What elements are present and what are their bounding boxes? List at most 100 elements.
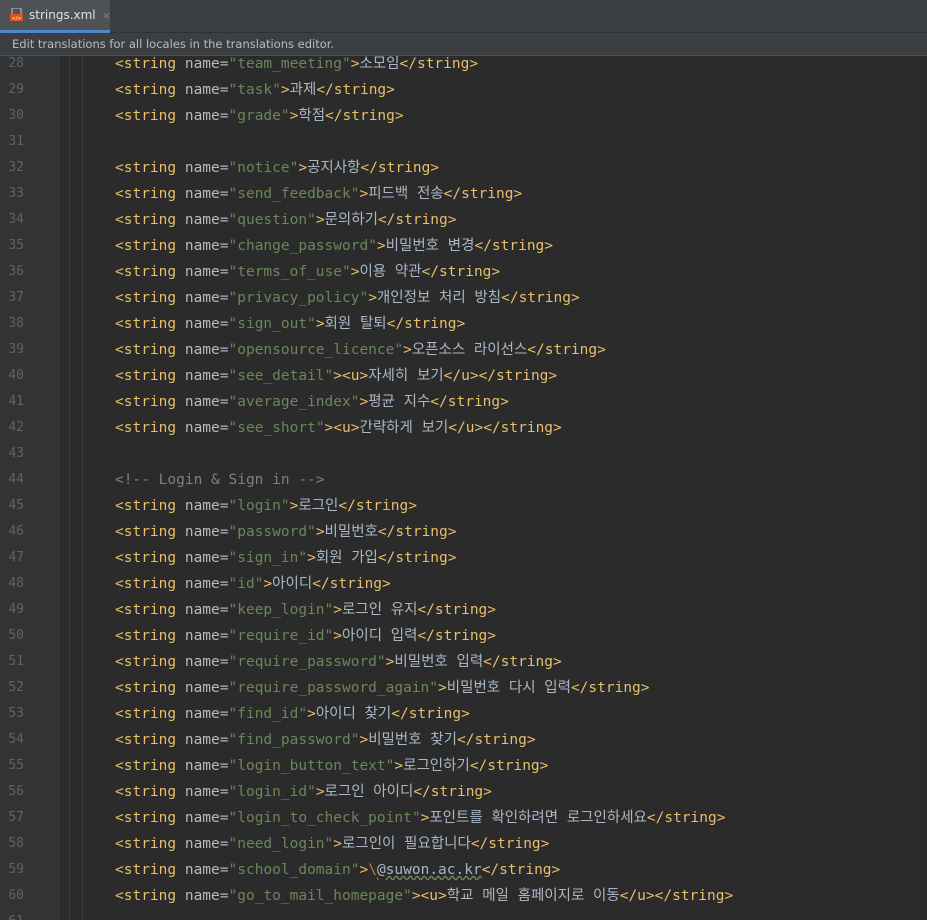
- line-code: <string name="sign_out">회원 탈퇴</string>: [115, 311, 465, 337]
- line-number: 58: [8, 836, 24, 851]
- tag-close: >: [333, 368, 343, 384]
- open-tag: <string: [115, 550, 185, 566]
- open-tag: <string: [115, 810, 185, 826]
- code-line[interactable]: 33 <string name="send_feedback">피드백 전송</s…: [0, 181, 927, 207]
- code-line[interactable]: 49 <string name="keep_login">로그인 유지</stri…: [0, 597, 927, 623]
- code-line[interactable]: 43: [0, 441, 927, 467]
- code-line[interactable]: 40 <string name="see_detail"><u>자세히 보기</u…: [0, 363, 927, 389]
- line-number: 39: [8, 342, 24, 357]
- open-tag: <string: [115, 82, 185, 98]
- string-value: 개인정보 처리 방침: [376, 290, 502, 306]
- close-tag: </string>: [527, 342, 606, 358]
- code-line[interactable]: 37 <string name="privacy_policy">개인정보 처리 …: [0, 285, 927, 311]
- editor-tab-bar: </> strings.xml ×: [0, 0, 927, 33]
- tag-close: >: [403, 342, 412, 358]
- line-number: 51: [8, 654, 24, 669]
- close-tag: </string>: [417, 602, 497, 618]
- code-line[interactable]: 53 <string name="find_id">아이디 찾기</string>: [0, 701, 927, 727]
- code-line[interactable]: 36 <string name="terms_of_use">이용 약관</str…: [0, 259, 927, 285]
- code-line[interactable]: 45 <string name="login">로그인</string>: [0, 493, 927, 519]
- string-name: question: [237, 212, 308, 228]
- attr-name: name: [184, 524, 220, 540]
- open-tag: <string: [115, 758, 185, 774]
- line-code: <string name="see_short"><u>간략하게 보기</u><…: [115, 415, 562, 441]
- equals: =: [219, 602, 229, 618]
- tag-close: >: [280, 82, 290, 98]
- equals: =: [219, 108, 229, 124]
- tag-close: >: [324, 420, 334, 436]
- line-code: <string name="send_feedback">피드백 전송</str…: [115, 181, 522, 207]
- equals: =: [219, 758, 229, 774]
- code-line[interactable]: 58 <string name="need_login">로그인이 필요합니다</…: [0, 831, 927, 857]
- code-line[interactable]: 56 <string name="login_id">로그인 아이디</strin…: [0, 779, 927, 805]
- attr-name: name: [184, 238, 220, 254]
- equals: =: [219, 342, 229, 358]
- close-tag: </string>: [325, 108, 404, 124]
- code-line[interactable]: 59 <string name="school_domain">\@suwon.a…: [0, 857, 927, 883]
- code-line[interactable]: 54 <string name="find_password">비밀번호 찾기</…: [0, 727, 927, 753]
- code-line[interactable]: 42 <string name="see_short"><u>간략하게 보기</u…: [0, 415, 927, 441]
- line-number: 53: [8, 706, 24, 721]
- quote: ": [228, 238, 238, 254]
- attr-name: name: [184, 888, 220, 904]
- code-line[interactable]: 57 <string name="login_to_check_point">포인…: [0, 805, 927, 831]
- attr-name: name: [184, 108, 220, 124]
- open-tag: <string: [115, 368, 185, 384]
- line-number: 41: [8, 394, 24, 409]
- code-line[interactable]: 61: [0, 909, 927, 920]
- line-number: 48: [8, 576, 24, 591]
- open-tag: <string: [115, 628, 185, 644]
- equals: =: [219, 212, 229, 228]
- quote: ": [228, 862, 238, 878]
- close-icon[interactable]: ×: [102, 9, 111, 22]
- code-line[interactable]: 48 <string name="id">아이디</string>: [0, 571, 927, 597]
- open-tag: <string: [115, 888, 185, 904]
- code-line[interactable]: 28 <string name="team_meeting">소모임</strin…: [0, 56, 927, 77]
- quote: ": [307, 784, 316, 800]
- code-line[interactable]: 34 <string name="question">문의하기</string>: [0, 207, 927, 233]
- equals: =: [219, 732, 229, 748]
- open-tag: <string: [115, 186, 185, 202]
- tag-close: >: [315, 212, 325, 228]
- code-line[interactable]: 30 <string name="grade">학점</string>: [0, 103, 927, 129]
- tab-strings-xml[interactable]: </> strings.xml ×: [0, 0, 111, 33]
- u-close-tag: </u>: [619, 888, 655, 904]
- close-tag: </string>: [474, 238, 554, 254]
- line-code: <string name="opensource_licence">오픈소스 라…: [115, 337, 606, 363]
- close-tag: </string>: [360, 160, 440, 176]
- close-tag: </string>: [316, 82, 395, 98]
- code-line[interactable]: 39 <string name="opensource_licence">오픈소스…: [0, 337, 927, 363]
- code-line[interactable]: 31: [0, 129, 927, 155]
- string-value: 회원 탈퇴: [324, 316, 387, 332]
- code-line[interactable]: 51 <string name="require_password">비밀번호 입…: [0, 649, 927, 675]
- string-value: 아이디: [272, 576, 313, 592]
- tag-close: >: [368, 290, 377, 306]
- code-line[interactable]: 60 <string name="go_to_mail_homepage"><u>…: [0, 883, 927, 909]
- open-tag: <string: [115, 212, 185, 228]
- code-line[interactable]: 55 <string name="login_button_text">로그인하기…: [0, 753, 927, 779]
- quote: ": [272, 82, 281, 98]
- code-line[interactable]: 38 <string name="sign_out">회원 탈퇴</string>: [0, 311, 927, 337]
- line-code: <string name="find_id">아이디 찾기</string>: [115, 701, 470, 727]
- string-value: 학교 메일 홈페이지로 이동: [446, 888, 620, 904]
- line-number: 28: [8, 56, 24, 71]
- code-line[interactable]: 47 <string name="sign_in">회원 가입</string>: [0, 545, 927, 571]
- string-name: password: [237, 524, 308, 540]
- code-line[interactable]: 29 <string name="task">과제</string>: [0, 77, 927, 103]
- tag-close: >: [263, 576, 273, 592]
- translations-editor-banner[interactable]: Edit translations for all locales in the…: [0, 33, 927, 56]
- quote: ": [368, 238, 377, 254]
- code-line[interactable]: 44 <!-- Login & Sign in -->: [0, 467, 927, 493]
- code-line[interactable]: 50 <string name="require_id">아이디 입력</stri…: [0, 623, 927, 649]
- code-line[interactable]: 35 <string name="change_password">비밀번호 변경…: [0, 233, 927, 259]
- code-editor[interactable]: 28 <string name="team_meeting">소모임</strin…: [0, 56, 927, 920]
- code-line[interactable]: 46 <string name="password">비밀번호</string>: [0, 519, 927, 545]
- code-line[interactable]: 52 <string name="require_password_again">…: [0, 675, 927, 701]
- svg-text:</>: </>: [11, 16, 21, 22]
- code-line[interactable]: 41 <string name="average_index">평균 지수</st…: [0, 389, 927, 415]
- line-number: 52: [8, 680, 24, 695]
- open-tag: <string: [115, 290, 185, 306]
- code-line[interactable]: 32 <string name="notice">공지사항</string>: [0, 155, 927, 181]
- attr-name: name: [184, 368, 220, 384]
- code-lines: 28 <string name="team_meeting">소모임</strin…: [0, 56, 927, 920]
